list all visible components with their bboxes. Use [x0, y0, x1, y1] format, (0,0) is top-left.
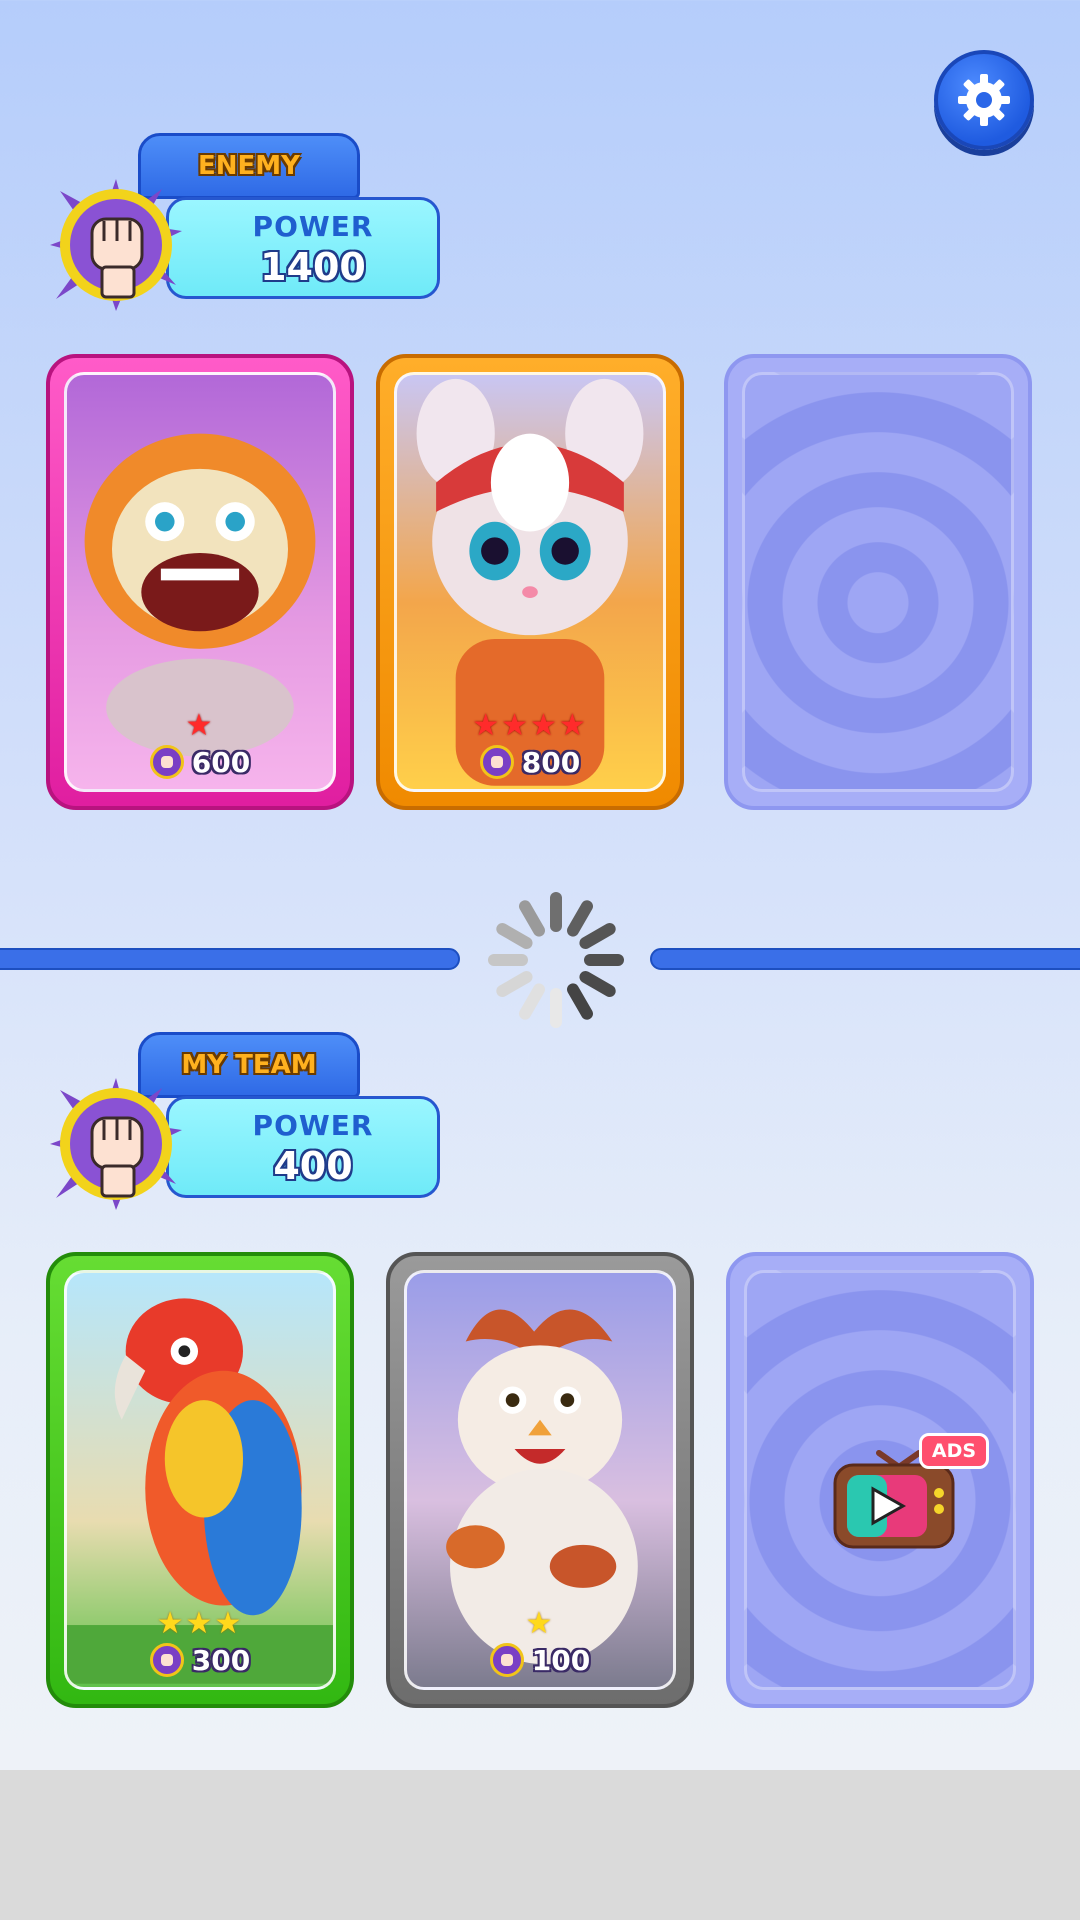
enemy-header: ENEMY POWER 1400 — [46, 133, 446, 323]
enemy-power-box: POWER 1400 — [166, 197, 440, 299]
card-power-value: 100 — [531, 1643, 591, 1677]
gear-icon — [958, 74, 1010, 126]
card-power: 800 — [397, 745, 663, 779]
my-team-power-value: 400 — [273, 1144, 353, 1188]
fist-icon — [149, 1643, 184, 1677]
rarity-stars: ★ — [525, 1606, 555, 1641]
fist-icon — [149, 745, 184, 779]
enemy-card-1[interactable]: ★ 600 — [46, 354, 354, 810]
my-team-power-label: POWER — [252, 1109, 374, 1142]
settings-button[interactable] — [934, 50, 1034, 150]
fist-icon — [50, 179, 182, 311]
card-power: 600 — [67, 745, 333, 779]
empty-slot-pattern — [742, 372, 1014, 792]
fist-icon — [50, 1078, 182, 1210]
card-power-value: 600 — [191, 745, 251, 779]
ads-badge: ADS — [919, 1433, 989, 1469]
fist-icon — [479, 745, 514, 779]
divider-right — [650, 948, 1080, 970]
card-power: 100 — [407, 1643, 673, 1677]
enemy-power-value: 1400 — [260, 245, 366, 289]
card-art: ★★★ 300 — [64, 1270, 336, 1690]
rarity-stars: ★★★★ — [472, 708, 588, 743]
card-art: ★ 600 — [64, 372, 336, 792]
bottom-bar — [0, 1770, 1080, 1920]
enemy-power-label: POWER — [252, 210, 374, 243]
my-card-1[interactable]: ★★★ 300 — [46, 1252, 354, 1708]
card-power-value: 300 — [191, 1643, 251, 1677]
divider-left — [0, 948, 460, 970]
my-card-ads-slot[interactable]: ADS — [726, 1252, 1034, 1708]
enemy-card-empty-slot — [724, 354, 1032, 810]
card-power: 300 — [67, 1643, 333, 1677]
card-art: ★ 100 — [404, 1270, 676, 1690]
card-art: ★★★★ 800 — [394, 372, 666, 792]
enemy-card-2[interactable]: ★★★★ 800 — [376, 354, 684, 810]
my-card-2[interactable]: ★ 100 — [386, 1252, 694, 1708]
fist-icon — [489, 1643, 524, 1677]
card-power-value: 800 — [521, 745, 581, 779]
my-team-header: MY TEAM POWER 400 — [46, 1032, 446, 1222]
my-team-power-box: POWER 400 — [166, 1096, 440, 1198]
empty-slot-pattern: ADS — [744, 1270, 1016, 1690]
rarity-stars: ★★★ — [156, 1606, 244, 1641]
loading-spinner-icon — [488, 892, 624, 1028]
rarity-stars: ★ — [185, 708, 215, 743]
